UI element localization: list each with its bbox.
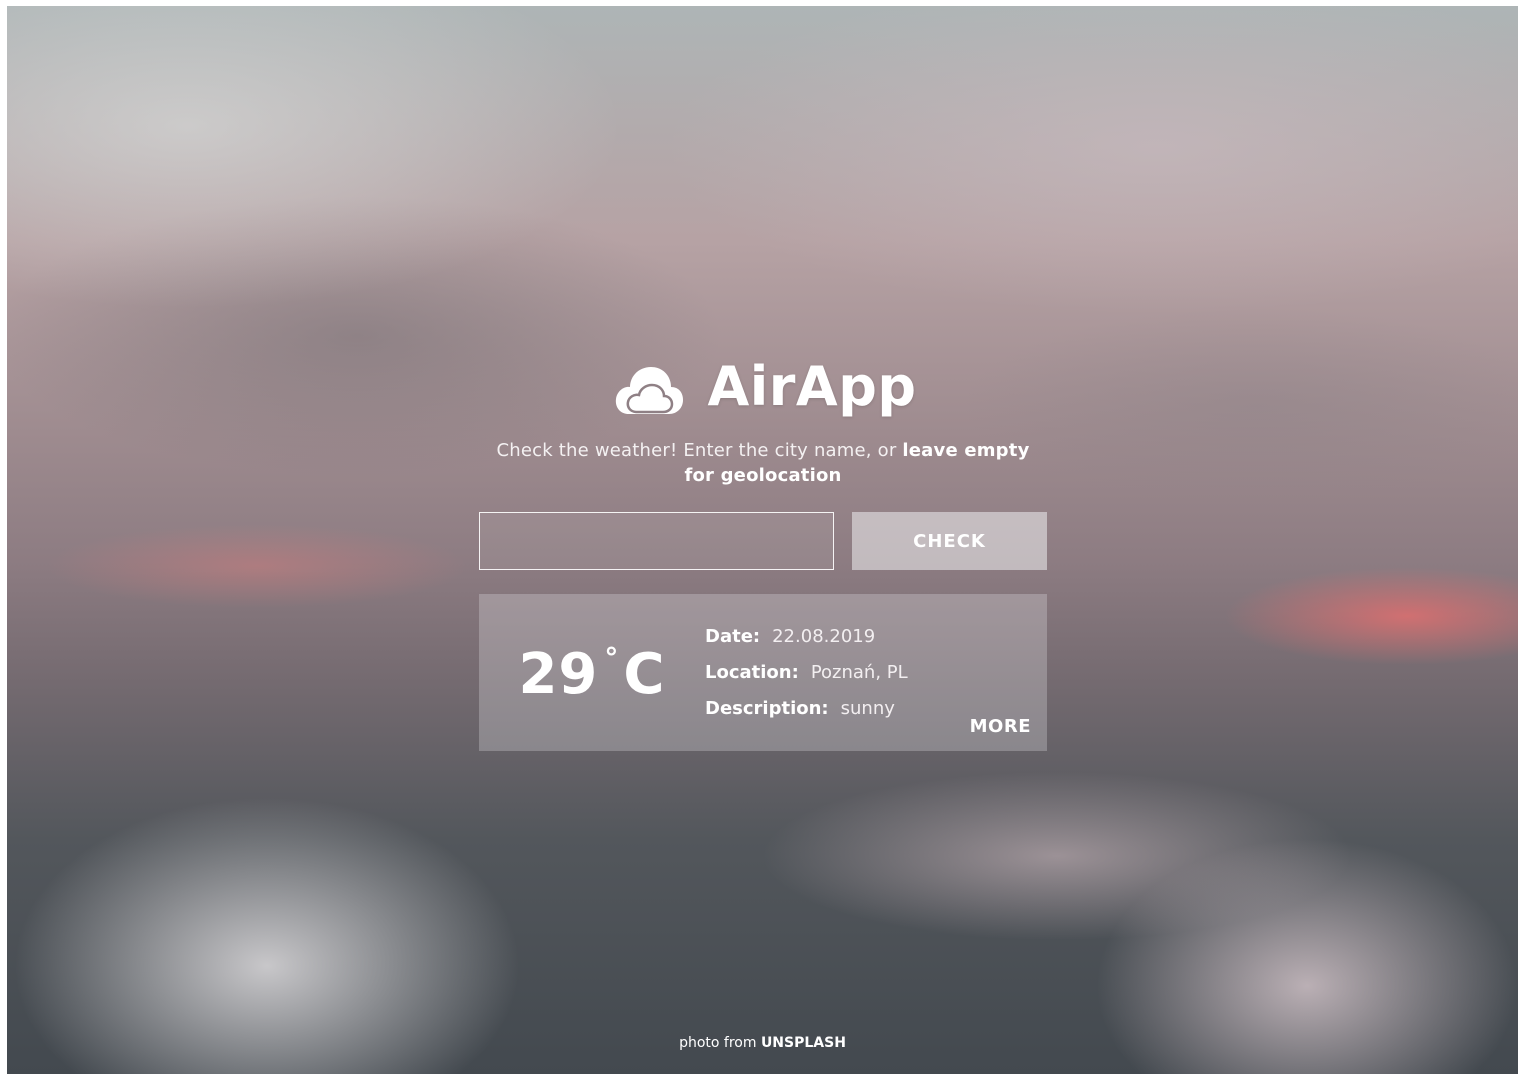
check-button[interactable]: CHECK [852, 512, 1047, 570]
weather-details: Date: 22.08.2019 Location: Poznań, PL Desc… [705, 619, 908, 727]
temperature-display: 29 ° C [479, 638, 705, 707]
search-form: CHECK [479, 512, 1047, 570]
app-title: AirApp [707, 354, 917, 418]
location-row: Location: Poznań, PL [705, 655, 908, 691]
date-row: Date: 22.08.2019 [705, 619, 908, 655]
temperature-unit: C [623, 642, 666, 707]
date-label: Date: [705, 625, 761, 647]
location-label: Location: [705, 661, 799, 683]
photo-credit: photo from UNSPLASH [7, 1035, 1518, 1051]
photo-credit-prefix: photo from [679, 1035, 757, 1051]
unsplash-link[interactable]: UNSPLASH [761, 1035, 846, 1051]
description-label: Description: [705, 697, 829, 719]
date-value: 22.08.2019 [772, 625, 876, 647]
description-row: Description: sunny [705, 691, 908, 727]
instructions-plain: Check the weather! Enter the city name, … [496, 440, 903, 461]
background-photo: AirApp Check the weather! Enter the city… [7, 6, 1518, 1074]
main-panel: AirApp Check the weather! Enter the city… [479, 346, 1047, 751]
degree-symbol: ° [604, 641, 620, 674]
app-header: AirApp [483, 346, 1047, 426]
location-value: Poznań, PL [810, 661, 908, 683]
instructions-text: Check the weather! Enter the city name, … [479, 438, 1047, 488]
more-button[interactable]: MORE [970, 716, 1031, 737]
weather-result-card: 29 ° C Date: 22.08.2019 Location: Poznań, … [479, 594, 1047, 751]
city-input[interactable] [479, 512, 834, 570]
description-value: sunny [840, 697, 895, 719]
temperature-value: 29 [518, 642, 599, 707]
cloud-icon [613, 354, 685, 418]
